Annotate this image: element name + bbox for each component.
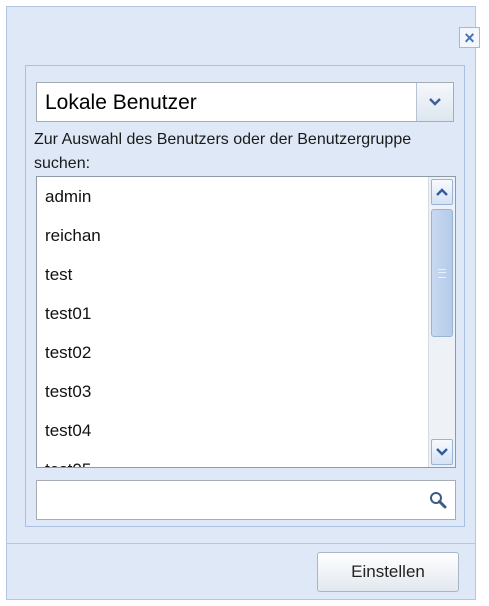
search-hint-label: Zur Auswahl des Benutzers oder der Benut… [34,131,412,172]
close-icon: × [464,27,475,48]
user-search-panel: Lokale Benutzer Zur Auswahl des Benutzer… [25,65,465,527]
list-item[interactable]: test [45,256,72,294]
chevron-down-icon [436,448,448,456]
einstellen-button[interactable]: Einstellen [317,552,459,592]
list-item[interactable]: test02 [45,334,91,372]
user-list[interactable]: admin reichan test test01 test02 test03 … [36,176,456,468]
dropdown-selected-value: Lokale Benutzer [45,91,197,114]
footer-divider [7,543,475,544]
list-item[interactable]: test04 [45,412,91,450]
user-source-dropdown[interactable]: Lokale Benutzer [36,82,454,122]
search-icon[interactable] [429,491,447,514]
list-item[interactable]: reichan [45,217,101,255]
chevron-down-icon[interactable] [416,83,453,121]
user-selection-dialog: × Lokale Benutzer Zur Auswahl des Benutz… [6,6,480,600]
list-item[interactable]: admin [45,178,91,216]
list-item[interactable]: test05 [45,451,91,467]
chevron-up-icon [436,188,448,196]
search-input[interactable] [37,481,417,519]
close-button[interactable]: × [459,27,480,48]
scrollbar-thumb[interactable] [431,209,453,337]
list-scrollbar[interactable] [428,177,455,467]
scroll-up-button[interactable] [431,179,453,205]
list-item[interactable]: test01 [45,295,91,333]
user-search-field[interactable] [36,480,456,520]
grip-icon [438,268,446,278]
list-item[interactable]: test03 [45,373,91,411]
scroll-down-button[interactable] [431,439,453,465]
